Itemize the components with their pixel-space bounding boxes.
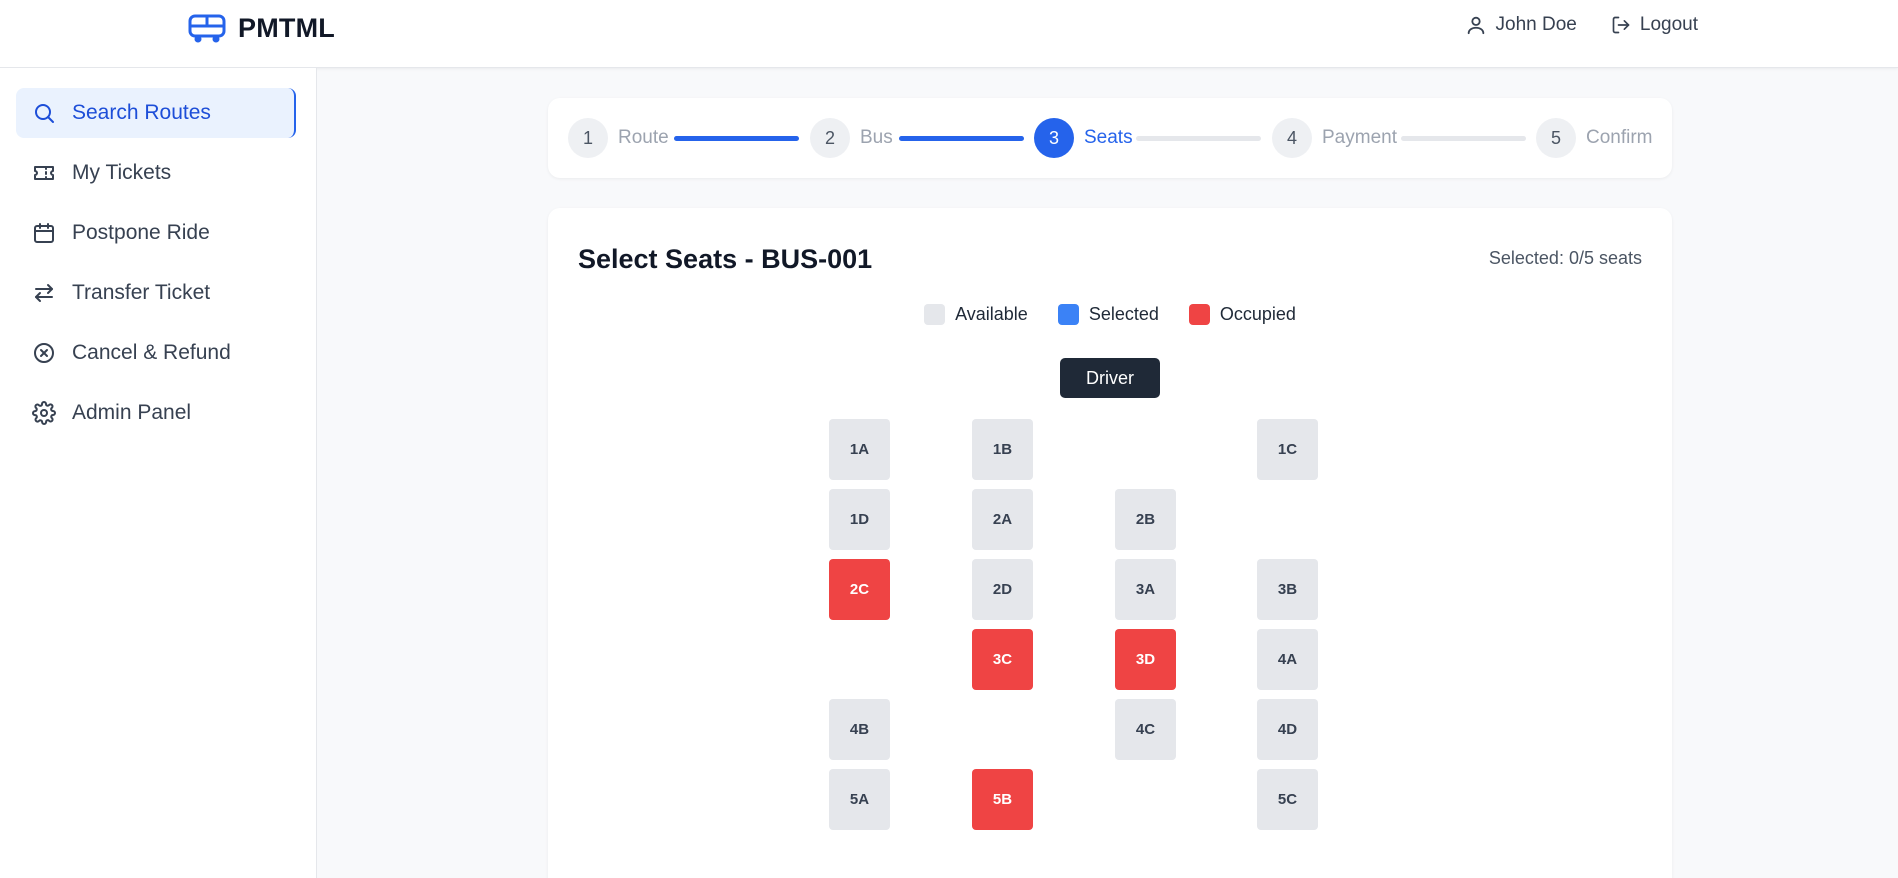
seat-4a[interactable]: 4A [1257, 629, 1318, 690]
sidebar-item-label: Cancel & Refund [72, 341, 231, 364]
step-connector [1136, 136, 1261, 141]
legend-swatch-occupied [1188, 304, 1210, 325]
legend-selected: Selected [1057, 304, 1159, 325]
seat-legend: Available Selected Occupied [548, 304, 1672, 325]
seat-5b[interactable]: 5B [972, 769, 1033, 830]
search-icon [35, 104, 54, 123]
booking-stepper: 1 Route 2 Bus 3 Seats 4 Payment 5 Confir… [548, 98, 1672, 178]
step-bus[interactable]: 2 Bus [810, 118, 893, 158]
seat-selection-title: Select Seats - BUS-001 [578, 244, 873, 274]
gear-icon [32, 401, 56, 425]
legend-available: Available [924, 304, 1028, 325]
top-header: PMTML John Doe Logout [0, 0, 1898, 68]
step-number: 2 [810, 118, 850, 158]
sidebar: Search Routes My Tickets Postpone Ride T… [0, 68, 317, 878]
sidebar-item-label: Admin Panel [72, 401, 192, 424]
user-area: John Doe Logout [1465, 14, 1698, 36]
seat-3a[interactable]: 3A [1115, 559, 1176, 620]
seat-1d[interactable]: 1D [829, 489, 890, 550]
logout-icon [1612, 16, 1630, 34]
driver-label: Driver [1060, 358, 1160, 398]
user-profile[interactable]: John Doe [1465, 14, 1577, 36]
seat-5a[interactable]: 5A [829, 769, 890, 830]
legend-label: Available [955, 304, 1028, 324]
sidebar-item-label: Search Routes [72, 101, 211, 124]
step-label: Confirm [1586, 127, 1653, 148]
step-route[interactable]: 1 Route [568, 118, 669, 158]
user-name: John Doe [1495, 14, 1577, 35]
seat-1c[interactable]: 1C [1257, 419, 1318, 480]
step-label: Seats [1084, 127, 1133, 148]
brand[interactable]: PMTML [188, 13, 335, 44]
seat-1b[interactable]: 1B [972, 419, 1033, 480]
seat-3b[interactable]: 3B [1257, 559, 1318, 620]
step-number: 3 [1034, 118, 1074, 158]
step-label: Payment [1322, 127, 1397, 148]
logout-label: Logout [1639, 14, 1698, 35]
step-number: 4 [1272, 118, 1312, 158]
brand-name: PMTML [238, 13, 335, 43]
seat-2a[interactable]: 2A [972, 489, 1033, 550]
seat-4d[interactable]: 4D [1257, 699, 1318, 760]
selected-count: Selected: 0/5 seats [1488, 248, 1642, 268]
step-number: 5 [1536, 118, 1576, 158]
step-number: 1 [568, 118, 608, 158]
legend-swatch-available [924, 304, 946, 325]
bus-icon [188, 14, 226, 42]
sidebar-item-postpone-ride[interactable]: Postpone Ride [16, 208, 296, 258]
legend-swatch-selected [1057, 304, 1079, 325]
seat-1a[interactable]: 1A [829, 419, 890, 480]
step-confirm[interactable]: 5 Confirm [1536, 118, 1653, 158]
sidebar-item-label: Transfer Ticket [72, 281, 211, 304]
sidebar-item-admin-panel[interactable]: Admin Panel [16, 388, 296, 438]
step-connector [674, 136, 799, 141]
seat-4b[interactable]: 4B [829, 699, 890, 760]
user-icon [1467, 16, 1484, 35]
logout-button[interactable]: Logout [1611, 14, 1698, 36]
cancel-icon [34, 343, 54, 363]
transfer-icon [35, 284, 53, 302]
step-label: Bus [860, 127, 893, 148]
legend-label: Selected [1088, 304, 1159, 324]
seat-4c[interactable]: 4C [1115, 699, 1176, 760]
step-seats[interactable]: 3 Seats [1034, 118, 1133, 158]
seat-2c[interactable]: 2C [829, 559, 890, 620]
seat-5c[interactable]: 5C [1257, 769, 1318, 830]
sidebar-item-cancel-refund[interactable]: Cancel & Refund [16, 328, 296, 378]
step-label: Route [618, 127, 669, 148]
calendar-icon [34, 223, 54, 243]
seat-2d[interactable]: 2D [972, 559, 1033, 620]
sidebar-item-my-tickets[interactable]: My Tickets [16, 148, 296, 198]
legend-occupied: Occupied [1188, 304, 1296, 325]
sidebar-item-transfer-ticket[interactable]: Transfer Ticket [16, 268, 296, 318]
seat-selection-card: Select Seats - BUS-001 Selected: 0/5 sea… [548, 208, 1672, 878]
seat-3c[interactable]: 3C [972, 629, 1033, 690]
sidebar-item-label: My Tickets [72, 161, 172, 184]
ticket-icon [34, 166, 54, 180]
step-connector [1401, 136, 1526, 141]
sidebar-item-search-routes[interactable]: Search Routes [16, 88, 296, 138]
seat-2b[interactable]: 2B [1115, 489, 1176, 550]
sidebar-item-label: Postpone Ride [72, 221, 210, 244]
step-payment[interactable]: 4 Payment [1272, 118, 1397, 158]
seat-3d[interactable]: 3D [1115, 629, 1176, 690]
legend-label: Occupied [1219, 304, 1296, 324]
step-connector [899, 136, 1024, 141]
